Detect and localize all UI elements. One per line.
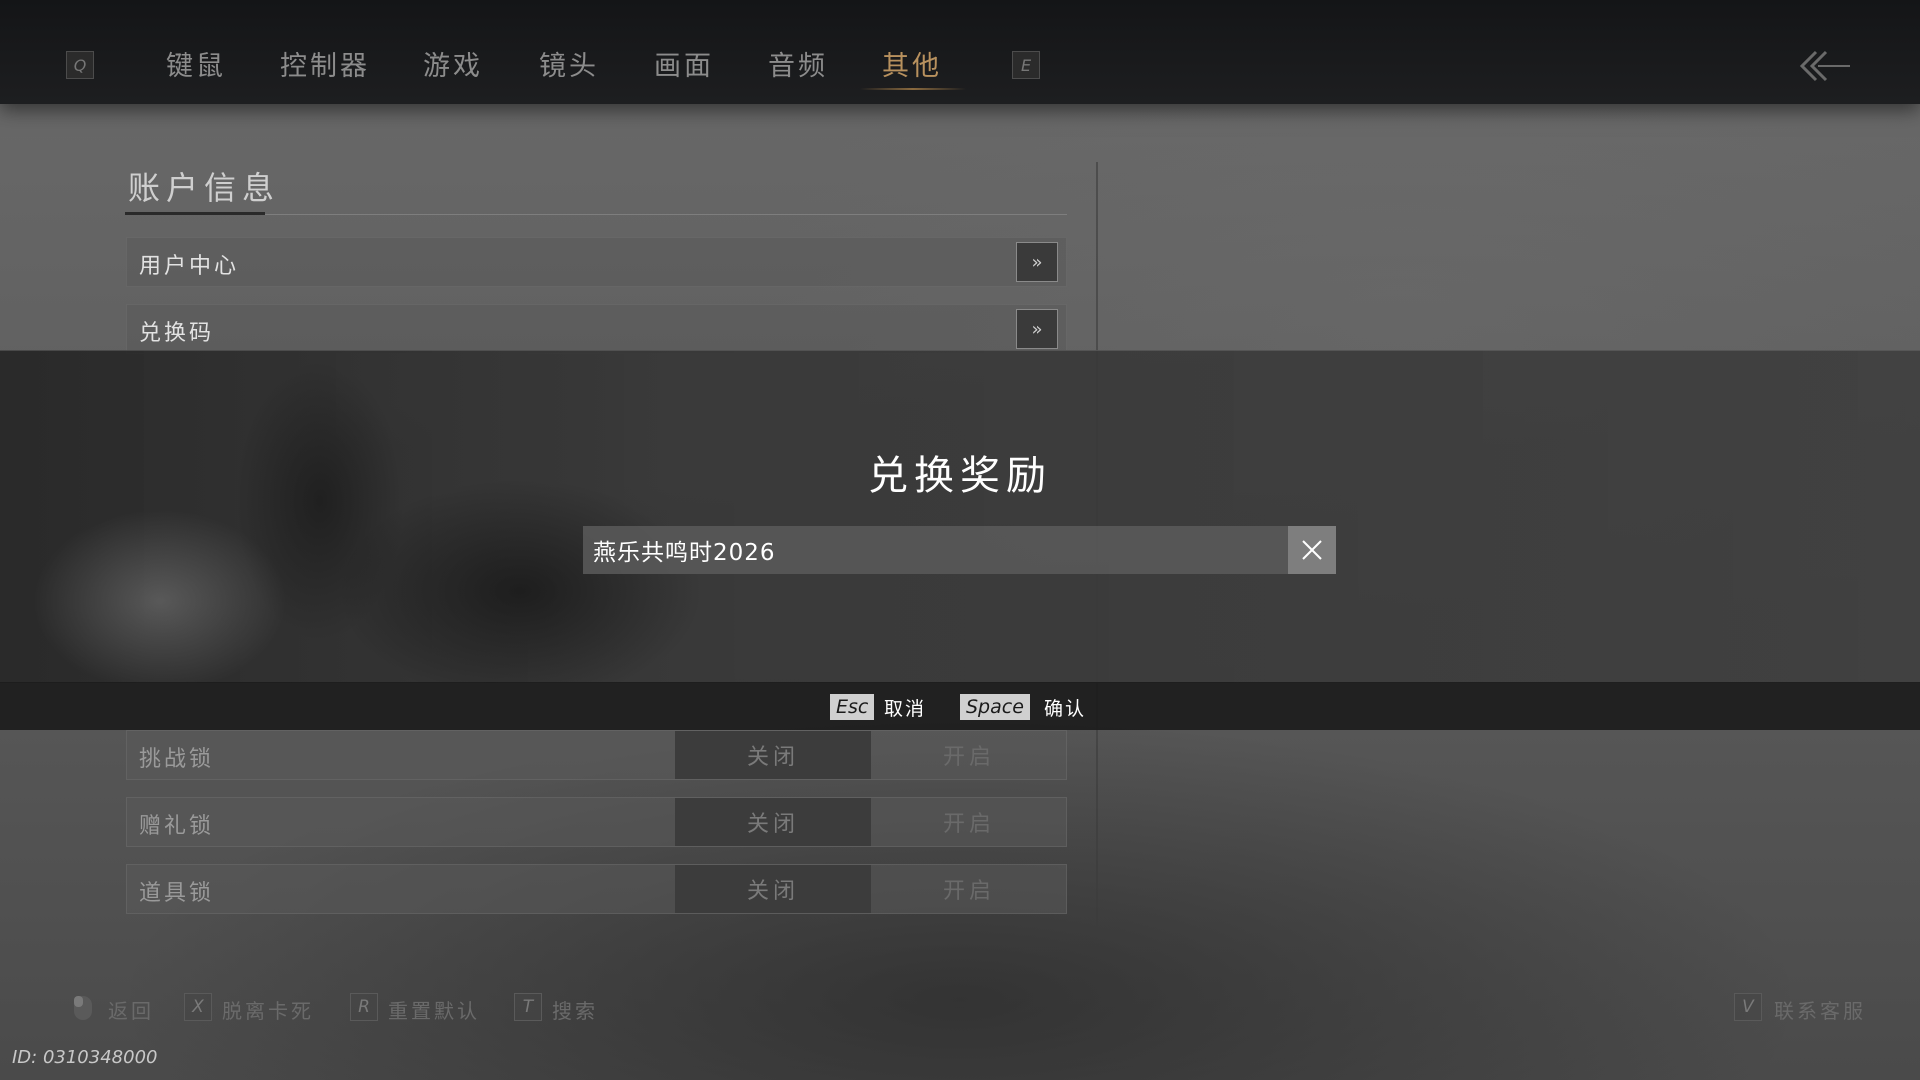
clear-input-button[interactable] — [1288, 526, 1336, 574]
top-tab-bar: Q 键鼠 控制器 游戏 镜头 画面 音频 其他 E — [0, 0, 1920, 104]
redeem-modal: 兑换奖励 — [0, 350, 1920, 683]
search-hint[interactable]: 搜索 — [552, 995, 598, 1024]
row-label: 用户中心 — [139, 254, 240, 279]
row-label: 挑战锁 — [139, 747, 215, 772]
back-hint[interactable]: 返回 — [108, 995, 154, 1024]
next-tab-key-hint[interactable]: E — [1012, 51, 1040, 79]
ink-painting-decoration — [0, 351, 900, 683]
unstuck-key: X — [184, 993, 212, 1021]
cancel-label[interactable]: 取消 — [884, 694, 926, 721]
search-key: T — [514, 993, 542, 1021]
back-arrow-icon[interactable] — [1796, 46, 1852, 86]
modal-title: 兑换奖励 — [868, 453, 1052, 499]
tab-game[interactable]: 游戏 — [423, 44, 483, 86]
double-chevron-right-icon[interactable]: » — [1016, 242, 1058, 282]
unstuck-hint[interactable]: 脱离卡死 — [222, 995, 314, 1024]
row-label: 兑换码 — [139, 321, 215, 346]
tab-other[interactable]: 其他 — [882, 44, 942, 86]
tab-keyboard-mouse[interactable]: 键鼠 — [166, 44, 226, 86]
support-key: V — [1734, 993, 1762, 1021]
row-label: 道具锁 — [139, 881, 215, 906]
tab-camera[interactable]: 镜头 — [539, 44, 599, 86]
tab-audio[interactable]: 音频 — [768, 44, 828, 86]
prev-tab-key-hint[interactable]: Q — [66, 51, 94, 79]
toggle-on-option[interactable]: 开启 — [871, 865, 1067, 913]
section-divider-highlight — [125, 212, 265, 215]
active-tab-underline — [860, 88, 966, 90]
contact-support-hint[interactable]: 联系客服 — [1774, 995, 1866, 1024]
space-key-chip[interactable]: Space — [960, 694, 1030, 720]
user-id: ID: 0310348000 — [12, 1047, 158, 1068]
toggle-off-option[interactable]: 关闭 — [675, 731, 871, 779]
row-gift-lock: 赠礼锁 关闭 开启 — [126, 797, 1067, 847]
confirm-label[interactable]: 确认 — [1044, 694, 1086, 721]
double-chevron-right-icon[interactable]: » — [1016, 309, 1058, 349]
section-divider — [125, 214, 1067, 215]
section-title-account: 账户信息 — [128, 169, 281, 207]
row-redeem-code[interactable]: 兑换码 » — [126, 304, 1067, 354]
esc-key-chip[interactable]: Esc — [830, 694, 875, 720]
tab-controller[interactable]: 控制器 — [280, 44, 370, 86]
modal-footer: Esc 取消 Space 确认 — [0, 682, 1920, 730]
toggle-off-option[interactable]: 关闭 — [675, 865, 871, 913]
row-item-lock: 道具锁 关闭 开启 — [126, 864, 1067, 914]
redeem-code-input[interactable] — [583, 526, 1288, 574]
row-challenge-lock: 挑战锁 关闭 开启 — [126, 730, 1067, 780]
tab-graphics[interactable]: 画面 — [654, 44, 714, 86]
reset-key: R — [350, 993, 378, 1021]
close-icon — [1302, 540, 1322, 560]
mouse-icon — [74, 996, 92, 1020]
toggle-off-option[interactable]: 关闭 — [675, 798, 871, 846]
toggle-on-option[interactable]: 开启 — [871, 731, 1067, 779]
row-label: 赠礼锁 — [139, 814, 215, 839]
row-user-center[interactable]: 用户中心 » — [126, 237, 1067, 287]
toggle-on-option[interactable]: 开启 — [871, 798, 1067, 846]
reset-default-hint[interactable]: 重置默认 — [388, 995, 480, 1024]
